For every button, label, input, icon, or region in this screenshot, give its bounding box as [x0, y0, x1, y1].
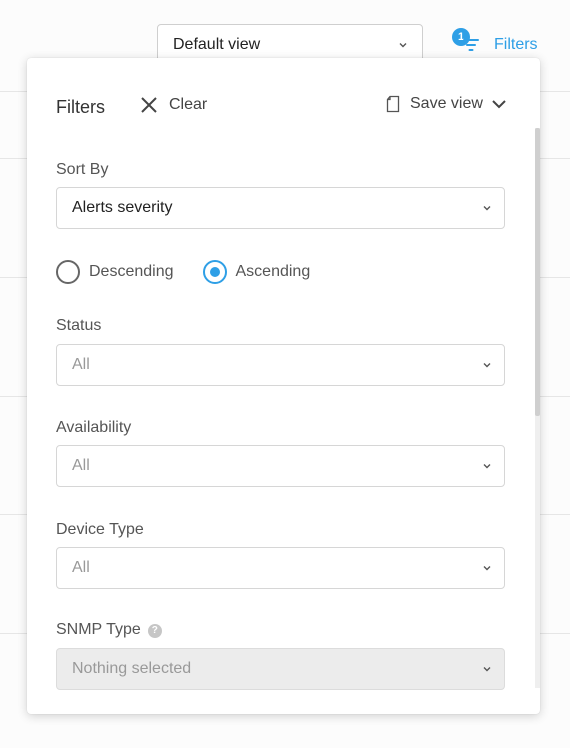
panel-title: Filters	[56, 97, 105, 117]
snmp-type-select[interactable]: Nothing selected	[56, 648, 505, 690]
sort-by-label: Sort By	[56, 161, 109, 178]
snmp-type-label: SNMP Type	[56, 621, 141, 638]
device-type-value: All	[72, 559, 90, 576]
availability-value: All	[72, 457, 90, 474]
chevron-down-icon	[483, 206, 491, 211]
help-icon[interactable]: ?	[147, 623, 162, 638]
save-view-button[interactable]: Save view	[386, 95, 507, 113]
sort-by-select[interactable]: Alerts severity	[56, 187, 505, 229]
chevron-down-icon	[492, 100, 506, 109]
radio-label: Ascending	[235, 263, 311, 280]
snmp-type-value: Nothing selected	[72, 660, 192, 677]
chevron-down-icon	[483, 667, 491, 672]
scrollbar-thumb[interactable]	[535, 128, 540, 416]
chevron-down-icon	[483, 464, 491, 469]
device-type-label: Device Type	[56, 521, 144, 538]
radio-label: Descending	[89, 263, 174, 280]
chevron-down-icon	[483, 363, 491, 368]
snmp-type-label-row: SNMP Type?	[56, 621, 162, 639]
radio-ascending[interactable]: Ascending	[202, 260, 311, 284]
availability-select[interactable]: All	[56, 445, 505, 487]
panel-header: Filters Clear Save view	[27, 58, 540, 156]
device-type-select[interactable]: All	[56, 547, 505, 589]
status-label: Status	[56, 317, 102, 334]
status-value: All	[72, 356, 90, 373]
save-view-label: Save view	[410, 95, 483, 112]
view-select-value: Default view	[173, 36, 261, 53]
document-icon	[386, 95, 400, 113]
clear-label: Clear	[169, 96, 208, 113]
filters-label: Filters	[494, 36, 538, 53]
sort-order-group: Descending Ascending	[56, 260, 310, 284]
radio-descending[interactable]: Descending	[56, 260, 174, 284]
sort-by-value: Alerts severity	[72, 199, 173, 216]
status-select[interactable]: All	[56, 344, 505, 386]
radio-circle-checked	[202, 260, 227, 284]
close-icon	[141, 97, 157, 113]
filters-panel: Filters Clear Save view Sort By Alerts s…	[27, 58, 540, 714]
availability-label: Availability	[56, 419, 132, 436]
radio-circle	[56, 260, 80, 284]
chevron-down-icon	[399, 43, 407, 48]
clear-button[interactable]: Clear	[139, 95, 207, 115]
chevron-down-icon	[483, 566, 491, 571]
